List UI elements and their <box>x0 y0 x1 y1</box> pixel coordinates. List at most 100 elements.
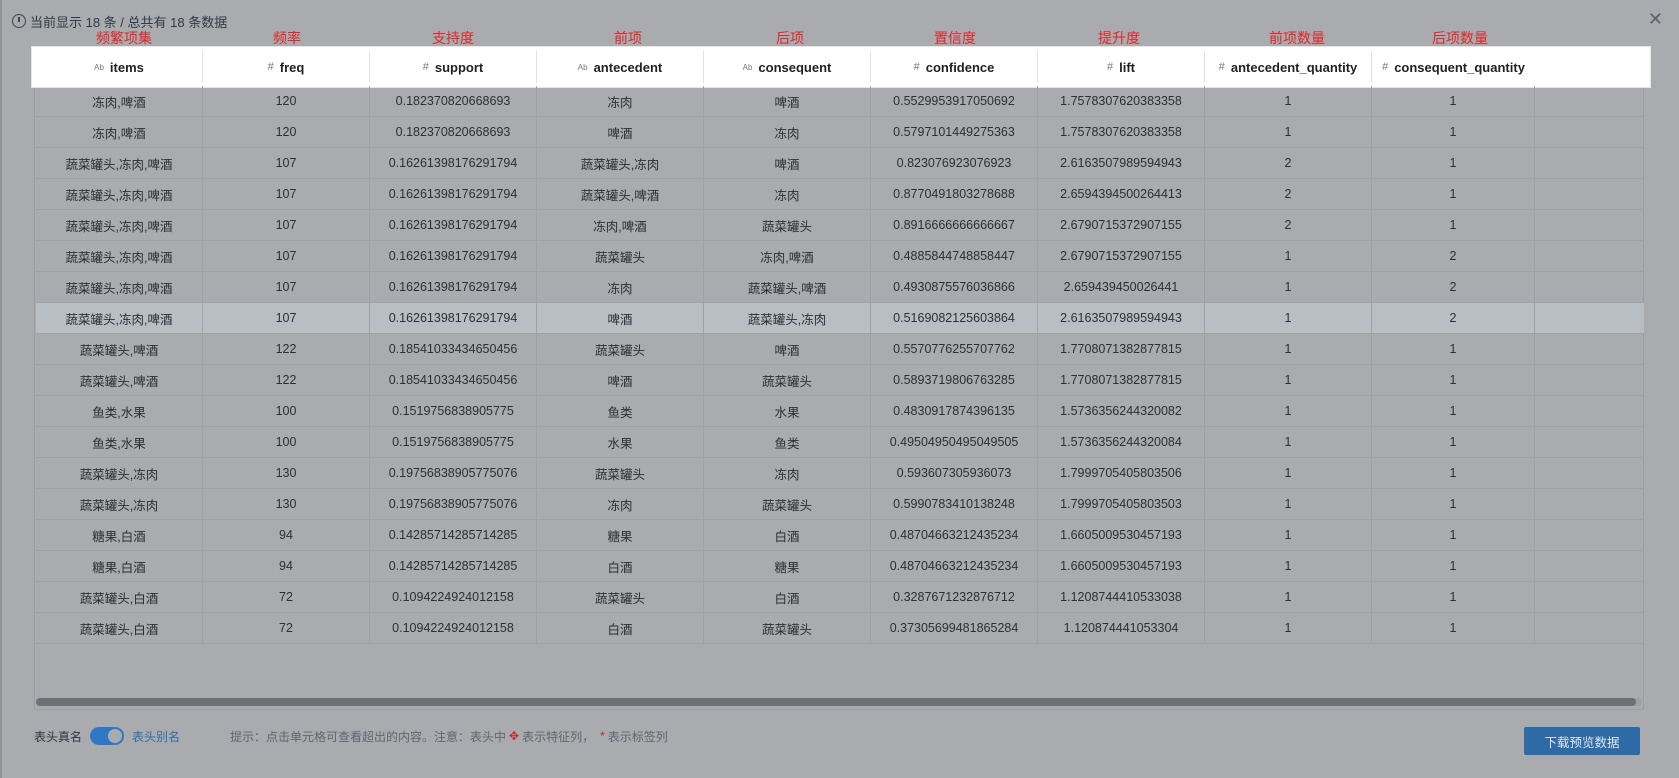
table-cell[interactable]: 0.18541033434650456 <box>370 365 537 395</box>
table-cell[interactable]: 1 <box>1205 241 1372 271</box>
table-cell[interactable]: 122 <box>203 334 370 364</box>
scrollbar-thumb[interactable] <box>36 698 1636 706</box>
table-cell[interactable]: 2 <box>1372 241 1535 271</box>
header-alias-toggle[interactable] <box>90 727 125 745</box>
table-row[interactable]: 鱼类,水果 100 0.1519756838905775 水果 鱼类 0.49504950… <box>36 427 1644 458</box>
table-row[interactable]: 蔬菜罐头,冻肉,啤酒 107 0.16261398176291794 蔬菜罐头 冻肉,啤… <box>36 241 1644 272</box>
table-cell[interactable]: 冻肉 <box>704 179 871 209</box>
table-cell[interactable]: 1.7708071382877815 <box>1038 334 1205 364</box>
table-cell[interactable]: 0.16261398176291794 <box>370 210 537 240</box>
table-cell[interactable]: 蔬菜罐头,啤酒 <box>36 334 203 364</box>
table-cell[interactable]: 1.6605009530457193 <box>1038 551 1205 581</box>
table-cell[interactable]: 1 <box>1205 427 1372 457</box>
table-cell[interactable]: 0.182370820668693 <box>370 86 537 116</box>
table-cell[interactable]: 蔬菜罐头 <box>537 334 704 364</box>
table-row[interactable]: 蔬菜罐头,啤酒 122 0.18541033434650456 蔬菜罐头 啤酒 0.557… <box>36 334 1644 365</box>
table-cell[interactable]: 糖果,白酒 <box>36 551 203 581</box>
table-cell[interactable]: 2.6790715372907155 <box>1038 210 1205 240</box>
table-cell[interactable]: 0.8770491803278688 <box>871 179 1038 209</box>
table-cell[interactable]: 122 <box>203 365 370 395</box>
table-cell[interactable]: 1 <box>1372 117 1535 147</box>
table-row[interactable]: 蔬菜罐头,冻肉,啤酒 107 0.16261398176291794 冻肉,啤酒 蔬菜罐… <box>36 210 1644 241</box>
table-cell[interactable]: 2 <box>1372 303 1535 333</box>
table-cell[interactable]: 蔬菜罐头,冻肉,啤酒 <box>36 303 203 333</box>
table-cell[interactable]: 啤酒 <box>704 148 871 178</box>
table-cell[interactable]: 2 <box>1205 210 1372 240</box>
horizontal-scrollbar[interactable] <box>36 698 1642 706</box>
table-row[interactable]: 蔬菜罐头,冻肉,啤酒 107 0.16261398176291794 蔬菜罐头,啤酒冻… <box>36 179 1644 210</box>
table-cell[interactable]: 0.16261398176291794 <box>370 179 537 209</box>
table-cell[interactable]: 1 <box>1205 489 1372 519</box>
table-cell[interactable]: 2.6163507989594943 <box>1038 303 1205 333</box>
table-cell[interactable]: 1.7578307620383358 <box>1038 86 1205 116</box>
table-cell[interactable]: 蔬菜罐头,啤酒 <box>36 365 203 395</box>
table-cell[interactable]: 啤酒 <box>537 303 704 333</box>
table-cell[interactable]: 0.8916666666666667 <box>871 210 1038 240</box>
table-cell[interactable]: 蔬菜罐头,冻肉,啤酒 <box>36 210 203 240</box>
table-row[interactable]: 蔬菜罐头,冻肉 130 0.19756838905775076 蔬菜罐头 冻肉 0.593… <box>36 458 1644 489</box>
table-cell[interactable]: 啤酒 <box>704 86 871 116</box>
table-cell[interactable]: 0.37305699481865284 <box>871 613 1038 643</box>
table-cell[interactable]: 鱼类 <box>704 427 871 457</box>
table-cell[interactable]: 1 <box>1372 396 1535 426</box>
table-row[interactable]: 蔬菜罐头,冻肉,啤酒 107 0.16261398176291794 蔬菜罐头,冻肉啤… <box>36 148 1644 179</box>
table-cell[interactable]: 1 <box>1372 365 1535 395</box>
table-cell[interactable]: 0.5797101449275363 <box>871 117 1038 147</box>
table-cell[interactable]: 100 <box>203 427 370 457</box>
table-cell[interactable]: 1.5736356244320082 <box>1038 396 1205 426</box>
table-cell[interactable]: 啤酒 <box>537 365 704 395</box>
table-cell[interactable]: 啤酒 <box>704 334 871 364</box>
table-cell[interactable]: 0.16261398176291794 <box>370 148 537 178</box>
table-cell[interactable]: 130 <box>203 489 370 519</box>
table-cell[interactable]: 蔬菜罐头,白酒 <box>36 582 203 612</box>
table-cell[interactable]: 1 <box>1372 179 1535 209</box>
table-cell[interactable]: 72 <box>203 582 370 612</box>
table-row[interactable]: 蔬菜罐头,白酒 72 0.1094224924012158 白酒 蔬菜罐头 0.37305… <box>36 613 1644 644</box>
table-cell[interactable]: 1 <box>1205 520 1372 550</box>
table-cell[interactable]: 0.16261398176291794 <box>370 272 537 302</box>
column-header-antecedent-quantity[interactable]: # antecedent_quantity <box>1205 51 1372 83</box>
table-cell[interactable]: 白酒 <box>704 582 871 612</box>
table-row[interactable]: 蔬菜罐头,冻肉 130 0.19756838905775076 冻肉 蔬菜罐头 0.599… <box>36 489 1644 520</box>
table-cell[interactable]: 107 <box>203 241 370 271</box>
table-cell[interactable]: 2.6163507989594943 <box>1038 148 1205 178</box>
table-cell[interactable]: 1.7708071382877815 <box>1038 365 1205 395</box>
table-cell[interactable]: 冻肉,啤酒 <box>537 210 704 240</box>
table-cell[interactable]: 1.7999705405803503 <box>1038 489 1205 519</box>
table-cell[interactable]: 0.5570776255707762 <box>871 334 1038 364</box>
table-cell[interactable]: 2.6790715372907155 <box>1038 241 1205 271</box>
table-cell[interactable]: 1.1208744410533038 <box>1038 582 1205 612</box>
table-cell[interactable]: 0.14285714285714285 <box>370 520 537 550</box>
column-header-lift[interactable]: # lift <box>1038 51 1205 83</box>
table-row[interactable]: 糖果,白酒 94 0.14285714285714285 糖果 白酒 0.48704663… <box>36 520 1644 551</box>
table-cell[interactable]: 蔬菜罐头,冻肉,啤酒 <box>36 148 203 178</box>
table-cell[interactable]: 冻肉 <box>537 489 704 519</box>
table-cell[interactable]: 1 <box>1205 613 1372 643</box>
table-cell[interactable]: 0.823076923076923 <box>871 148 1038 178</box>
table-cell[interactable]: 1 <box>1205 582 1372 612</box>
table-cell[interactable]: 白酒 <box>537 613 704 643</box>
table-cell[interactable]: 94 <box>203 520 370 550</box>
table-cell[interactable]: 1 <box>1205 86 1372 116</box>
table-cell[interactable]: 0.593607305936073 <box>871 458 1038 488</box>
table-cell[interactable]: 1 <box>1372 489 1535 519</box>
column-header-consequent[interactable]: Ab consequent <box>704 51 871 83</box>
column-header-antecedent[interactable]: Ab antecedent <box>537 51 704 83</box>
table-cell[interactable]: 1 <box>1205 396 1372 426</box>
table-cell[interactable]: 啤酒 <box>537 117 704 147</box>
table-cell[interactable]: 冻肉,啤酒 <box>36 117 203 147</box>
table-cell[interactable]: 0.48704663212435234 <box>871 551 1038 581</box>
table-cell[interactable]: 糖果,白酒 <box>36 520 203 550</box>
download-preview-button[interactable]: 下载预览数据 <box>1524 727 1640 755</box>
table-cell[interactable]: 1 <box>1372 334 1535 364</box>
table-cell[interactable]: 蔬菜罐头 <box>704 489 871 519</box>
table-cell[interactable]: 2 <box>1205 179 1372 209</box>
table-cell[interactable]: 蔬菜罐头 <box>704 210 871 240</box>
table-row[interactable]: 冻肉,啤酒 120 0.182370820668693 啤酒 冻肉 0.579710144… <box>36 117 1644 148</box>
table-cell[interactable]: 0.5529953917050692 <box>871 86 1038 116</box>
table-cell[interactable]: 1.6605009530457193 <box>1038 520 1205 550</box>
table-row[interactable]: 蔬菜罐头,啤酒 122 0.18541033434650456 啤酒 蔬菜罐头 0.589… <box>36 365 1644 396</box>
table-cell[interactable]: 120 <box>203 117 370 147</box>
table-cell[interactable]: 0.4885844748858447 <box>871 241 1038 271</box>
table-cell[interactable]: 1 <box>1372 613 1535 643</box>
